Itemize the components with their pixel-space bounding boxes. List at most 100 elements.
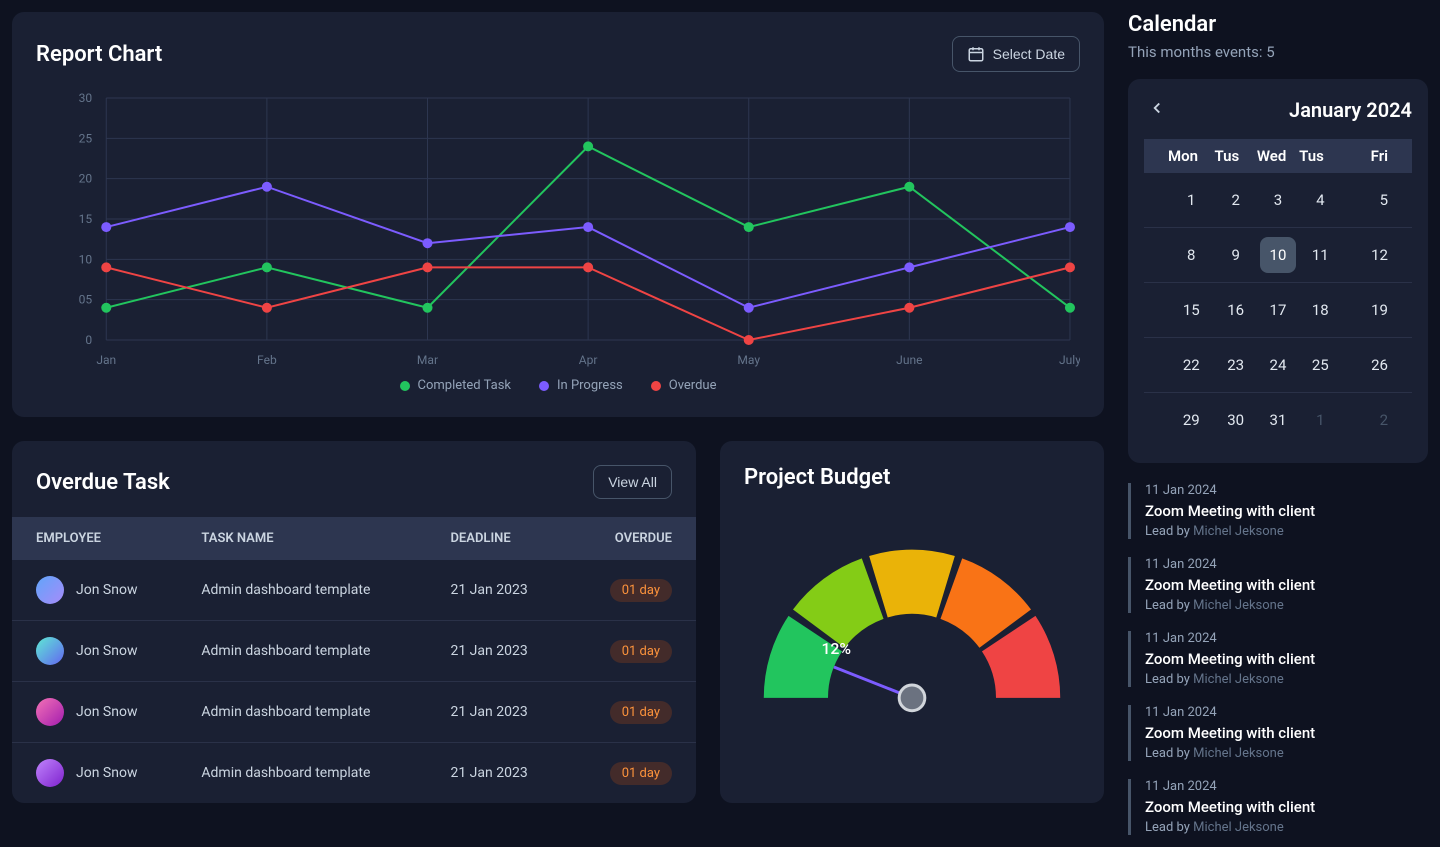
event-lead: Lead by Michel Jeksone: [1145, 820, 1428, 835]
overdue-badge: 01 day: [610, 579, 672, 602]
calendar-day[interactable]: 10: [1257, 228, 1299, 283]
event-date: 11 Jan 2024: [1145, 557, 1428, 572]
legend-item[interactable]: Overdue: [651, 378, 717, 393]
calendar-day[interactable]: 4: [1299, 173, 1341, 228]
calendar-day-header: Wed: [1257, 139, 1299, 173]
legend-label: Completed Task: [418, 378, 512, 393]
legend-item[interactable]: Completed Task: [400, 378, 512, 393]
avatar: [36, 759, 64, 787]
event-item[interactable]: 11 Jan 2024Zoom Meeting with clientLead …: [1128, 557, 1428, 613]
employee-name: Jon Snow: [76, 582, 137, 598]
calendar-day[interactable]: 16: [1215, 283, 1257, 338]
calendar-day[interactable]: 22: [1144, 338, 1215, 393]
calendar-day[interactable]: 17: [1257, 283, 1299, 338]
calendar-day-header: Mon: [1144, 139, 1215, 173]
table-row[interactable]: Jon Snow Admin dashboard template21 Jan 2…: [12, 560, 696, 621]
event-item[interactable]: 11 Jan 2024 Zoom Meeting with client Lead …: [1128, 779, 1428, 835]
svg-text:Feb: Feb: [257, 353, 277, 367]
event-lead: Lead by Michel Jeksone: [1145, 672, 1428, 687]
overdue-badge: 01 day: [610, 762, 672, 785]
calendar-day[interactable]: 1: [1144, 173, 1215, 228]
project-budget-card: Project Budget 12%: [720, 441, 1104, 803]
calendar-day[interactable]: 1: [1299, 393, 1341, 448]
svg-text:25: 25: [79, 131, 93, 145]
calendar-day[interactable]: 8: [1144, 228, 1215, 283]
overdue-badge: 01 day: [610, 640, 672, 663]
calendar-day[interactable]: 11: [1299, 228, 1341, 283]
calendar-icon: [967, 45, 985, 63]
overdue-badge: 01 day: [610, 701, 672, 724]
calendar-day[interactable]: 15: [1144, 283, 1215, 338]
bottom-row: Overdue Task View All EMPLOYEETASK NAMED…: [12, 441, 1104, 803]
calendar-day[interactable]: 2: [1215, 173, 1257, 228]
event-title: Zoom Meeting with client: [1145, 502, 1428, 520]
select-date-button[interactable]: Select Date: [952, 36, 1080, 72]
calendar-day[interactable]: 9: [1215, 228, 1257, 283]
event-item[interactable]: 11 Jan 2024Zoom Meeting with clientLead …: [1128, 705, 1428, 761]
view-all-button[interactable]: View All: [593, 465, 672, 499]
svg-text:June: June: [896, 353, 922, 367]
table-row[interactable]: Jon SnowAdmin dashboard template21 Jan 2…: [12, 682, 696, 743]
overdue-title: Overdue Task: [36, 470, 170, 495]
table-header: EMPLOYEE: [12, 517, 189, 560]
calendar-day-header: Tus: [1215, 139, 1257, 173]
calendar-day-header: Fri: [1341, 139, 1412, 173]
legend-dot-icon: [400, 381, 410, 391]
event-title: Zoom Meeting with client: [1145, 650, 1428, 668]
avatar: [36, 576, 64, 604]
event-date: 11 Jan 2024: [1145, 483, 1428, 498]
calendar-day[interactable]: 12: [1341, 228, 1412, 283]
event-date: 11 Jan 2024: [1145, 779, 1428, 794]
calendar-day[interactable]: 18: [1299, 283, 1341, 338]
legend-item[interactable]: In Progress: [539, 378, 623, 393]
deadline: 21 Jan 2023: [438, 560, 569, 621]
legend-dot-icon: [651, 381, 661, 391]
event-title: Zoom Meeting with client: [1145, 724, 1428, 742]
task-name: Admin dashboard template: [189, 560, 438, 621]
budget-title: Project Budget: [744, 465, 1080, 490]
dashboard-layout: Report Chart Select Date 0051015202530Ja…: [12, 12, 1428, 835]
svg-text:July: July: [1059, 353, 1080, 367]
svg-text:20: 20: [79, 172, 93, 186]
table-row[interactable]: Jon SnowAdmin dashboard template21 Jan 2…: [12, 743, 696, 804]
table-row[interactable]: Jon SnowAdmin dashboard template21 Jan 2…: [12, 621, 696, 682]
overdue-task-card: Overdue Task View All EMPLOYEETASK NAMED…: [12, 441, 696, 803]
report-chart-title: Report Chart: [36, 42, 162, 67]
calendar-day[interactable]: 24: [1257, 338, 1299, 393]
event-date: 11 Jan 2024: [1145, 705, 1428, 720]
calendar-prev-button[interactable]: [1144, 95, 1170, 125]
event-lead: Lead by Michel Jeksone: [1145, 598, 1428, 613]
calendar-day[interactable]: 26: [1341, 338, 1412, 393]
select-date-label: Select Date: [993, 46, 1065, 62]
budget-gauge: 12%: [744, 520, 1080, 722]
calendar-day[interactable]: 19: [1341, 283, 1412, 338]
deadline: 21 Jan 2023: [438, 682, 569, 743]
event-title: Zoom Meeting with client: [1145, 798, 1428, 816]
task-name: Admin dashboard template: [189, 621, 438, 682]
table-header: DEADLINE: [438, 517, 569, 560]
svg-text:10: 10: [79, 252, 93, 266]
table-header: TASK NAME: [189, 517, 438, 560]
overdue-table: EMPLOYEETASK NAMEDEADLINEOVERDUE Jon Sno…: [12, 517, 696, 803]
svg-text:0: 0: [85, 333, 92, 347]
calendar-day[interactable]: 25: [1299, 338, 1341, 393]
svg-text:Jan: Jan: [96, 353, 116, 367]
calendar-day[interactable]: 3: [1257, 173, 1299, 228]
event-item[interactable]: 11 Jan 2024Zoom Meeting with clientLead …: [1128, 631, 1428, 687]
calendar-widget: January 2024 MonTusWedTusFri 12345891011…: [1128, 79, 1428, 463]
calendar-day[interactable]: 2: [1341, 393, 1412, 448]
calendar-day[interactable]: 5: [1341, 173, 1412, 228]
avatar: [36, 698, 64, 726]
task-name: Admin dashboard template: [189, 743, 438, 804]
legend-label: Overdue: [669, 378, 717, 393]
deadline: 21 Jan 2023: [438, 743, 569, 804]
calendar-day[interactable]: 31: [1257, 393, 1299, 448]
calendar-grid: MonTusWedTusFri 123458910111215161718192…: [1144, 139, 1412, 447]
calendar-month-label: January 2024: [1170, 98, 1412, 122]
calendar-sidebar: Calendar This months events: 5 January 2…: [1128, 12, 1428, 835]
calendar-day[interactable]: 29: [1144, 393, 1215, 448]
calendar-day[interactable]: 23: [1215, 338, 1257, 393]
event-item[interactable]: 11 Jan 2024Zoom Meeting with clientLead …: [1128, 483, 1428, 539]
calendar-day[interactable]: 30: [1215, 393, 1257, 448]
legend-dot-icon: [539, 381, 549, 391]
